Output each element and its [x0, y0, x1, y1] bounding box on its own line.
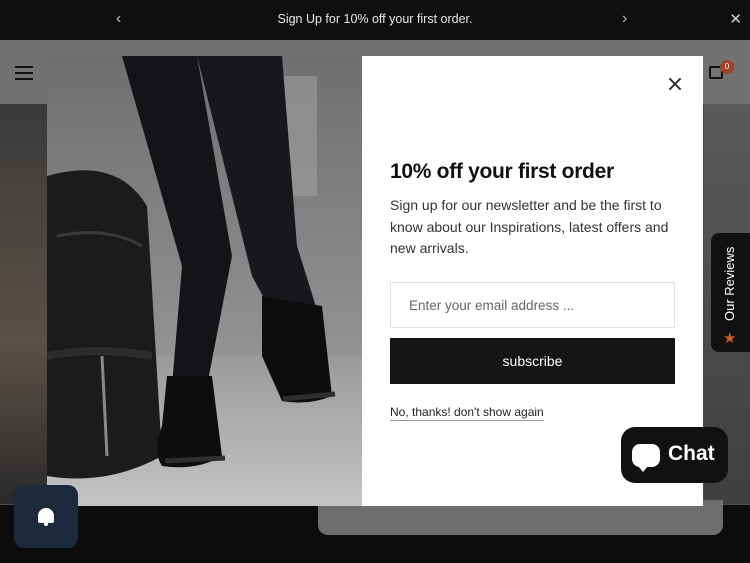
reviews-tab[interactable]: Our Reviews ★: [711, 233, 750, 352]
popup-image: [47, 56, 362, 506]
announcement-bar: ‹ Sign Up for 10% off your first order. …: [0, 0, 750, 40]
bell-icon: [38, 508, 54, 526]
announcement-text[interactable]: Sign Up for 10% off your first order.: [0, 12, 750, 26]
star-icon: ★: [723, 330, 737, 347]
newsletter-popup: 10% off your first order Sign up for our…: [47, 56, 703, 506]
hamburger-menu-icon[interactable]: [15, 66, 33, 80]
chevron-right-icon[interactable]: ›: [622, 10, 627, 28]
chat-button[interactable]: Chat: [621, 427, 728, 483]
popup-description: Sign up for our newsletter and be the fi…: [390, 197, 669, 256]
reviews-tab-label: Our Reviews: [722, 246, 737, 321]
cart-count-badge: 0: [720, 60, 734, 74]
subscribe-button[interactable]: subscribe: [390, 338, 675, 384]
notification-button[interactable]: [14, 485, 78, 548]
popup-title: 10% off your first order: [390, 160, 614, 183]
chat-bubble-icon: [632, 444, 660, 472]
close-icon[interactable]: ✕: [729, 10, 742, 28]
email-field[interactable]: [390, 282, 675, 328]
decline-link[interactable]: No, thanks! don't show again: [390, 405, 544, 421]
backdrop-left-image: [0, 104, 48, 504]
chat-label: Chat: [668, 442, 715, 465]
close-icon[interactable]: [665, 74, 685, 94]
